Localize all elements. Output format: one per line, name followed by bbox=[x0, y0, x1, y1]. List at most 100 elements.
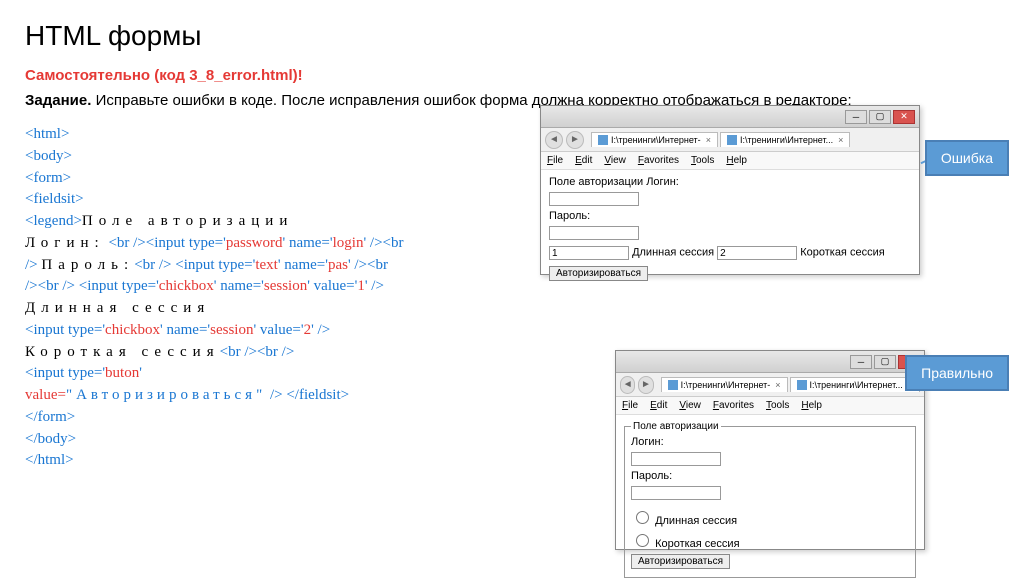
subtitle: Самостоятельно (код 3_8_error.html)! bbox=[25, 67, 999, 84]
code-attr: text bbox=[255, 257, 278, 273]
code-tag: </form> bbox=[25, 409, 75, 425]
minimize-button[interactable]: ─ bbox=[850, 355, 872, 369]
menu-edit[interactable]: Edit bbox=[650, 400, 667, 411]
menu-favorites[interactable]: Favorites bbox=[638, 155, 679, 166]
code-tag: <br bbox=[383, 235, 404, 251]
code-attr: buton bbox=[105, 365, 139, 381]
back-button[interactable]: ◄ bbox=[620, 376, 635, 394]
code-tag: <br /> bbox=[220, 344, 257, 360]
code-tag: <br /> bbox=[38, 278, 75, 294]
code-attr: session bbox=[264, 278, 307, 294]
menu-favorites[interactable]: Favorites bbox=[713, 400, 754, 411]
code-text: Пароль: bbox=[41, 257, 134, 273]
code-tag: ' value=' bbox=[253, 322, 303, 338]
code-attr: chickbox bbox=[105, 322, 160, 338]
code-attr: 1 bbox=[357, 278, 365, 294]
code-tag: <input type=' bbox=[172, 257, 256, 273]
ie-icon bbox=[727, 135, 737, 145]
code-tag: </fieldsit> bbox=[283, 387, 350, 403]
page-content-error: Поле авторизации Логин: Пароль: Длинная … bbox=[541, 170, 919, 274]
menu-help[interactable]: Help bbox=[801, 400, 822, 411]
forward-button[interactable]: ► bbox=[638, 376, 653, 394]
long-session-label: Длинная сессия bbox=[655, 515, 737, 527]
code-attr: session bbox=[210, 322, 253, 338]
password-input[interactable] bbox=[549, 226, 639, 240]
code-tag: ' name=' bbox=[278, 257, 328, 273]
page-content-correct: Поле авторизации Логин: Пароль: Длинная … bbox=[616, 415, 924, 549]
code-tag: ' /> bbox=[363, 235, 382, 251]
menu-file[interactable]: File bbox=[622, 400, 638, 411]
maximize-button[interactable]: ▢ bbox=[874, 355, 896, 369]
code-tag: ' name=' bbox=[283, 235, 333, 251]
menubar: File Edit View Favorites Tools Help bbox=[541, 152, 919, 170]
tab-close-icon[interactable]: × bbox=[706, 135, 711, 145]
navbar: ◄ ► I:\тренинги\Интернет- × I:\тренинги\И… bbox=[541, 128, 919, 152]
code-text: Длинная сессия bbox=[25, 300, 210, 316]
browser-tab[interactable]: I:\тренинги\Интернет... × bbox=[720, 132, 850, 147]
fieldset-legend: Поле авторизации bbox=[631, 421, 721, 432]
tab-close-icon[interactable]: × bbox=[775, 380, 780, 390]
code-attr: login bbox=[333, 235, 364, 251]
password-label: Пароль: bbox=[631, 470, 909, 482]
menu-edit[interactable]: Edit bbox=[575, 155, 592, 166]
code-tag: <input type=' bbox=[75, 278, 159, 294]
back-button[interactable]: ◄ bbox=[545, 131, 563, 149]
browser-tab[interactable]: I:\тренинги\Интернет- × bbox=[591, 132, 718, 147]
session-value-1[interactable] bbox=[549, 246, 629, 260]
minimize-button[interactable]: ─ bbox=[845, 110, 867, 124]
short-session-radio[interactable] bbox=[636, 534, 649, 547]
code-text: Логин: bbox=[25, 235, 105, 251]
forward-button[interactable]: ► bbox=[566, 131, 584, 149]
short-session-label: Короткая сессия bbox=[655, 538, 739, 550]
task-label: Задание. bbox=[25, 92, 91, 109]
code-tag: <br /> bbox=[134, 257, 171, 273]
tab-label: I:\тренинги\Интернет... bbox=[810, 380, 903, 390]
code-tag: /> bbox=[266, 387, 282, 403]
close-button[interactable]: ✕ bbox=[893, 110, 915, 124]
session-value-2[interactable] bbox=[717, 246, 797, 260]
menu-view[interactable]: View bbox=[679, 400, 701, 411]
code-attr: value= bbox=[25, 387, 66, 403]
code-tag: <input type=' bbox=[25, 365, 105, 381]
menu-tools[interactable]: Tools bbox=[766, 400, 789, 411]
code-tag: ' name=' bbox=[214, 278, 264, 294]
menu-tools[interactable]: Tools bbox=[691, 155, 714, 166]
code-tag: <body> bbox=[25, 148, 72, 164]
tab-label: I:\тренинги\Интернет... bbox=[740, 135, 833, 145]
login-label: Логин: bbox=[631, 436, 909, 448]
tab-label: I:\тренинги\Интернет- bbox=[611, 135, 701, 145]
login-input[interactable] bbox=[549, 192, 639, 206]
code-block: <html> <body> <form> <fieldsit> <legend>… bbox=[25, 124, 525, 472]
code-tag: ' /> bbox=[365, 278, 384, 294]
titlebar: ─ ▢ ✕ bbox=[616, 351, 924, 373]
code-attr: chickbox bbox=[159, 278, 214, 294]
navbar: ◄ ► I:\тренинги\Интернет- × I:\тренинги\И… bbox=[616, 373, 924, 397]
menu-view[interactable]: View bbox=[604, 155, 626, 166]
code-tag: </html> bbox=[25, 452, 74, 468]
code-tag: ' bbox=[139, 365, 142, 381]
browser-tab[interactable]: I:\тренинги\Интернет- × bbox=[661, 377, 788, 392]
password-input[interactable] bbox=[631, 486, 721, 500]
page-title: HTML формы bbox=[25, 20, 999, 52]
code-val: "Авторизироваться" bbox=[66, 387, 266, 403]
browser-window-error: ─ ▢ ✕ ◄ ► I:\тренинги\Интернет- × I:\трен… bbox=[540, 105, 920, 275]
menu-file[interactable]: File bbox=[547, 155, 563, 166]
code-text: Короткая сессия bbox=[25, 344, 220, 360]
browser-tab[interactable]: I:\тренинги\Интернет...× bbox=[790, 377, 920, 392]
long-session-radio[interactable] bbox=[636, 511, 649, 524]
ie-icon bbox=[668, 380, 678, 390]
code-tag: ' value=' bbox=[307, 278, 357, 294]
tab-label: I:\тренинги\Интернет- bbox=[681, 380, 771, 390]
tab-close-icon[interactable]: × bbox=[838, 135, 843, 145]
submit-button[interactable]: Авторизироваться bbox=[549, 266, 648, 281]
login-input[interactable] bbox=[631, 452, 721, 466]
code-tag: </body> bbox=[25, 431, 76, 447]
code-tag: <br /> bbox=[108, 235, 145, 251]
submit-button[interactable]: Авторизироваться bbox=[631, 554, 730, 569]
code-tag: <input type=' bbox=[25, 322, 105, 338]
code-tag: <legend> bbox=[25, 213, 82, 229]
maximize-button[interactable]: ▢ bbox=[869, 110, 891, 124]
menu-help[interactable]: Help bbox=[726, 155, 747, 166]
code-tag: <form> bbox=[25, 170, 71, 186]
code-tag: ' /> bbox=[311, 322, 330, 338]
